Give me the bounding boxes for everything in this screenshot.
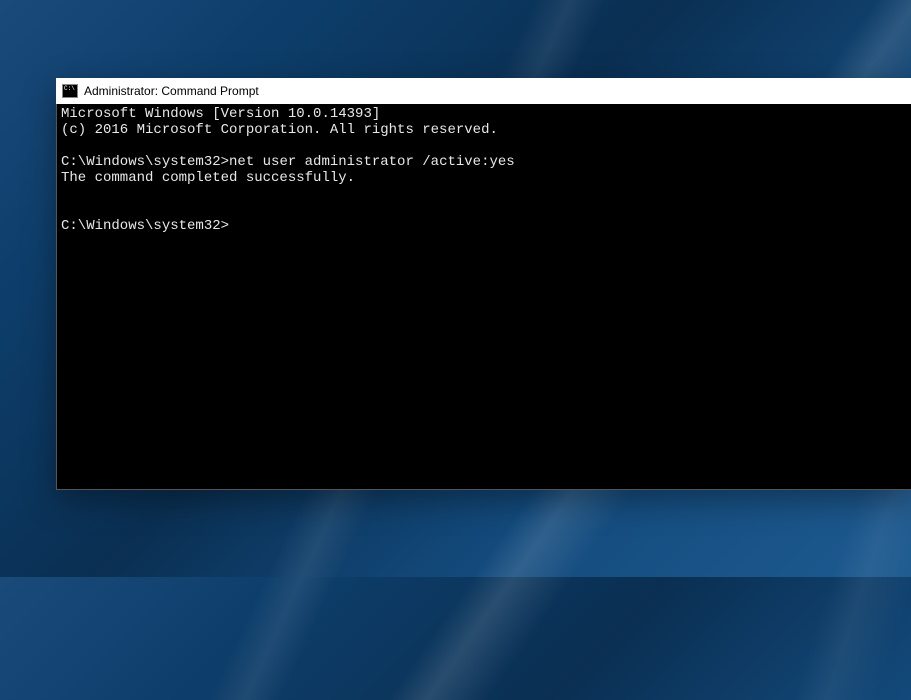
banner-version: Microsoft Windows [Version 10.0.14393] (61, 106, 380, 122)
window-title: Administrator: Command Prompt (84, 84, 259, 98)
prompt: C:\Windows\system32> (61, 218, 229, 234)
titlebar[interactable]: Administrator: Command Prompt (56, 78, 911, 104)
command-prompt-window: Administrator: Command Prompt Microsoft … (56, 78, 911, 490)
command-output: The command completed successfully. (61, 170, 355, 186)
terminal-output[interactable]: Microsoft Windows [Version 10.0.14393] (… (56, 104, 911, 490)
entered-command: net user administrator /active:yes (229, 154, 515, 170)
banner-copyright: (c) 2016 Microsoft Corporation. All righ… (61, 122, 498, 138)
cmd-icon (62, 84, 78, 98)
prompt: C:\Windows\system32> (61, 154, 229, 170)
